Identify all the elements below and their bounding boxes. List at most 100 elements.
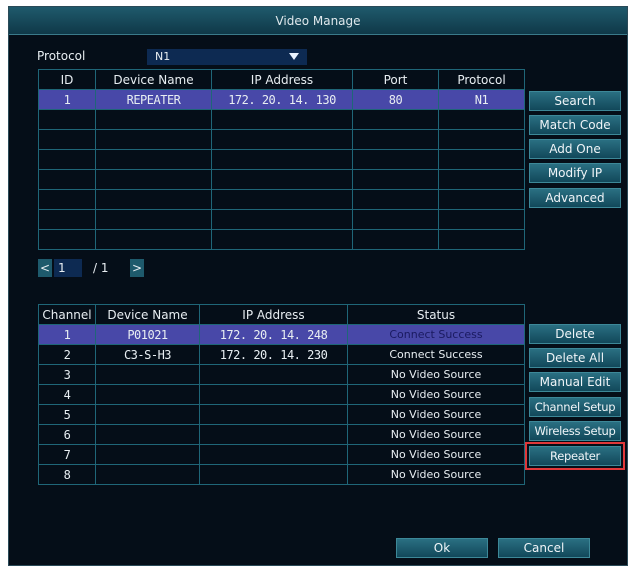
page-input[interactable]: 1 <box>54 259 82 277</box>
table-cell: 2 <box>38 344 96 365</box>
repeater-button[interactable]: Repeater <box>525 442 625 470</box>
delete-all-button[interactable]: Delete All <box>529 348 621 368</box>
table-cell <box>211 169 353 190</box>
table-cell <box>352 149 439 170</box>
table-cell <box>95 404 200 425</box>
channel-row[interactable]: 6 No Video Source <box>38 424 525 445</box>
table-cell <box>438 149 525 170</box>
table-cell <box>211 109 353 130</box>
table-cell <box>38 169 96 190</box>
table-cell: 4 <box>38 384 96 405</box>
table-cell <box>95 424 200 445</box>
table-cell <box>95 169 212 190</box>
delete-button[interactable]: Delete <box>529 324 621 344</box>
table-row[interactable]: 1 REPEATER 172. 20. 14. 130 80 N1 <box>38 89 525 110</box>
table-cell <box>199 424 348 445</box>
status-cell: Connect Success <box>347 344 525 365</box>
channel-row[interactable]: 5 No Video Source <box>38 404 525 425</box>
table-cell <box>199 364 348 385</box>
table-cell: 3 <box>38 364 96 385</box>
manual-edit-button[interactable]: Manual Edit <box>529 372 621 392</box>
table-cell: 5 <box>38 404 96 425</box>
status-cell: No Video Source <box>347 384 525 405</box>
device-search-table: ID Device Name IP Address Port Protocol 1 REPE… <box>38 69 525 250</box>
table-cell: P01021 <box>95 324 200 345</box>
table-cell <box>211 209 353 230</box>
table-cell: 80 <box>352 89 439 110</box>
column-header: Device Name <box>95 69 212 90</box>
table-cell <box>95 149 212 170</box>
wireless-setup-button[interactable]: Wireless Setup <box>529 421 621 441</box>
table-row[interactable] <box>38 109 525 130</box>
column-header: IP Address <box>199 304 348 325</box>
table-row[interactable] <box>38 169 525 190</box>
table-cell <box>95 209 212 230</box>
protocol-select[interactable]: N1 <box>147 49 307 65</box>
table-cell <box>95 384 200 405</box>
channel-row[interactable]: 4 No Video Source <box>38 384 525 405</box>
next-page-button[interactable]: > <box>130 259 144 277</box>
table-cell <box>199 404 348 425</box>
match-code-button[interactable]: Match Code <box>529 115 621 135</box>
column-header: Port <box>352 69 439 90</box>
table-cell <box>95 189 212 210</box>
table-cell <box>211 189 353 210</box>
column-header: IP Address <box>211 69 353 90</box>
table-cell <box>352 189 439 210</box>
ok-button[interactable]: Ok <box>396 538 488 558</box>
status-cell: No Video Source <box>347 404 525 425</box>
add-one-button[interactable]: Add One <box>529 139 621 159</box>
table-row[interactable] <box>38 189 525 210</box>
modify-ip-button[interactable]: Modify IP <box>529 163 621 183</box>
table-cell: 172. 20. 14. 130 <box>211 89 353 110</box>
table-row[interactable] <box>38 229 525 250</box>
status-cell: No Video Source <box>347 424 525 445</box>
column-header: Channel <box>38 304 96 325</box>
table-cell <box>438 109 525 130</box>
cancel-button[interactable]: Cancel <box>498 538 590 558</box>
table-cell <box>95 364 200 385</box>
channel-row[interactable]: 8 No Video Source <box>38 464 525 485</box>
table-cell: 1 <box>38 324 96 345</box>
table-cell <box>95 464 200 485</box>
channel-row[interactable]: 2 C3-S-H3 172. 20. 14. 230 Connect Success <box>38 344 525 365</box>
status-cell: No Video Source <box>347 444 525 465</box>
table-row[interactable] <box>38 149 525 170</box>
table-cell: 1 <box>38 89 96 110</box>
table-cell: 6 <box>38 424 96 445</box>
table-cell <box>199 464 348 485</box>
search-button[interactable]: Search <box>529 91 621 111</box>
table-cell <box>438 129 525 150</box>
prev-page-button[interactable]: < <box>38 259 52 277</box>
table-cell <box>95 229 212 250</box>
column-header: ID <box>38 69 96 90</box>
table-cell: C3-S-H3 <box>95 344 200 365</box>
table-row[interactable] <box>38 209 525 230</box>
table-cell: N1 <box>438 89 525 110</box>
advanced-button[interactable]: Advanced <box>529 188 621 208</box>
channel-setup-button[interactable]: Channel Setup <box>529 397 621 417</box>
channel-row[interactable]: 7 No Video Source <box>38 444 525 465</box>
channel-row[interactable]: 3 No Video Source <box>38 364 525 385</box>
column-header: Protocol <box>438 69 525 90</box>
table-cell: REPEATER <box>95 89 212 110</box>
table-cell <box>352 109 439 130</box>
status-cell: No Video Source <box>347 364 525 385</box>
table-cell <box>438 229 525 250</box>
table-cell <box>38 189 96 210</box>
status-cell: No Video Source <box>347 464 525 485</box>
table-cell <box>438 169 525 190</box>
table-cell <box>352 169 439 190</box>
channel-table: Channel Device Name IP Address Status 1 P0102… <box>38 304 525 485</box>
table-cell: 172. 20. 14. 230 <box>199 344 348 365</box>
table-row[interactable] <box>38 129 525 150</box>
column-header: Device Name <box>95 304 200 325</box>
channel-row[interactable]: 1 P01021 172. 20. 14. 248 Connect Success <box>38 324 525 345</box>
table-cell <box>199 444 348 465</box>
video-manage-dialog: Video Manage Protocol N1 ID Device Name IP… <box>8 6 628 566</box>
status-cell: Connect Success <box>347 324 525 345</box>
table-cell <box>38 209 96 230</box>
table-cell: 8 <box>38 464 96 485</box>
table-cell <box>352 229 439 250</box>
table-cell <box>38 149 96 170</box>
